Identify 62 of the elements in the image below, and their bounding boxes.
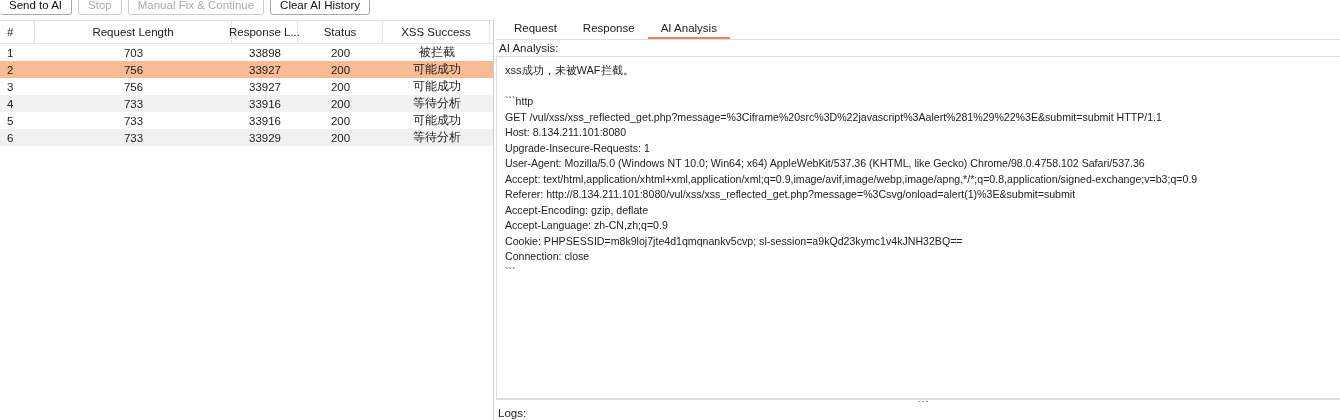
column-header[interactable]: # bbox=[0, 21, 35, 43]
column-header[interactable]: Status bbox=[298, 21, 383, 43]
table-cell-text: 200 bbox=[329, 80, 352, 93]
table-cell-text: 733 bbox=[122, 131, 145, 144]
code-line: User-Agent: Mozilla/5.0 (Windows NT 10.0; Win64; x64) AppleWebKit/537.36 (KHTML, like Gecko) Chrome/98.0.4758.102 Safari/537.36 bbox=[505, 156, 1145, 171]
table-row[interactable]: 4 733 33916 200 等待分析 bbox=[0, 95, 493, 112]
table-cell-text: 等待分析 bbox=[411, 130, 462, 145]
table-cell-text: 33929 bbox=[248, 131, 282, 144]
splitter-handle-icon[interactable] bbox=[917, 400, 929, 403]
table-cell-text: 200 bbox=[329, 63, 352, 76]
table-row[interactable]: 2 756 33927 200 可能成功 bbox=[0, 61, 493, 78]
table-cell-text: 33916 bbox=[248, 97, 282, 110]
logs-label: Logs: bbox=[497, 406, 528, 420]
code-line: Referer: http://8.134.211.101:8080/vul/xss/xss_reflected_get.php?message=%3Csvg/onload=alert(1)%3E&submit=submit bbox=[505, 187, 1076, 202]
table-cell-text: 可能成功 bbox=[411, 62, 462, 77]
table-cell-text: 733 bbox=[122, 97, 145, 110]
tab[interactable]: Response bbox=[569, 19, 648, 39]
code-line: Upgrade-Insecure-Requests: 1 bbox=[505, 140, 650, 156]
code-line: Cookie: PHPSESSID=m8k9loj7jte4d1qmqnankv5cvp; sl-session=a9kQd23kymc1v4kJNH32BQ== bbox=[505, 233, 963, 249]
code-line: Connection: close bbox=[505, 249, 590, 264]
code-line: ```http bbox=[505, 94, 534, 109]
table-cell-text: 733 bbox=[122, 114, 145, 127]
code-line: Accept-Encoding: gzip, deflate bbox=[505, 202, 649, 218]
table-cell-text: 756 bbox=[122, 80, 145, 93]
table-row[interactable]: 6 733 33929 200 等待分析 bbox=[0, 129, 493, 146]
table-row[interactable]: 5 733 33916 200 可能成功 bbox=[0, 112, 493, 129]
column-header[interactable]: XSS Success bbox=[383, 21, 490, 43]
code-line: Host: 8.134.211.101:8080 bbox=[505, 125, 627, 140]
table-cell-text: 2 bbox=[6, 63, 15, 76]
table-cell-text: 被拦截 bbox=[417, 45, 456, 60]
toolbar-button[interactable]: Send to AI bbox=[0, 0, 73, 15]
table-cell-text: 200 bbox=[329, 131, 352, 144]
table-cell-text: 5 bbox=[6, 114, 15, 127]
code-line: ``` bbox=[505, 264, 516, 280]
table-cell-text: 200 bbox=[329, 46, 352, 59]
column-header[interactable]: Response L... bbox=[232, 21, 298, 43]
table-cell-text: 200 bbox=[329, 114, 352, 127]
table-cell-text: 33927 bbox=[248, 80, 282, 93]
tab[interactable]: Request bbox=[501, 19, 570, 39]
tab[interactable]: AI Analysis bbox=[647, 19, 730, 39]
table-cell-text: 可能成功 bbox=[411, 79, 462, 94]
toolbar-button[interactable]: Clear AI History bbox=[270, 0, 370, 15]
table-cell-text: 200 bbox=[329, 97, 352, 110]
table-cell-text: 703 bbox=[122, 46, 145, 59]
table-cell-text: 1 bbox=[6, 46, 15, 59]
section-label: AI Analysis: bbox=[496, 40, 1340, 57]
table-cell-text: 等待分析 bbox=[411, 96, 462, 111]
table-cell-text: 33898 bbox=[248, 46, 282, 59]
table-cell-text: 可能成功 bbox=[411, 113, 462, 128]
code-line: Accept-Language: zh-CN,zh;q=0.9 bbox=[505, 218, 668, 233]
table-cell-text: 4 bbox=[6, 97, 15, 110]
table-cell-text: 33916 bbox=[248, 114, 282, 127]
table-row[interactable]: 1 703 33898 200 被拦截 bbox=[0, 44, 493, 61]
table-cell-text: 756 bbox=[122, 63, 145, 76]
table-cell-text: 33927 bbox=[248, 63, 282, 76]
code-line: GET /vul/xss/xss_reflected_get.php?message=%3Ciframe%20src%3D%22javascript%3Aalert%281%29%22%3E&submit=submit HTTP/1.1 bbox=[505, 109, 1162, 125]
table-row[interactable]: 3 756 33927 200 可能成功 bbox=[0, 78, 493, 95]
summary-text: xss成功，未被WAF拦截。 bbox=[505, 63, 634, 78]
table-cell-text: 6 bbox=[6, 131, 15, 144]
code-line: Accept: text/html,application/xhtml+xml,application/xml;q=0.9,image/avif,image/webp,image/apng,*/*;q=0.8,application/signed-exchange;v=b3;q=0.9 bbox=[505, 171, 1198, 187]
analysis-text-area[interactable] bbox=[496, 57, 1340, 400]
table-cell-text: 3 bbox=[6, 80, 15, 93]
